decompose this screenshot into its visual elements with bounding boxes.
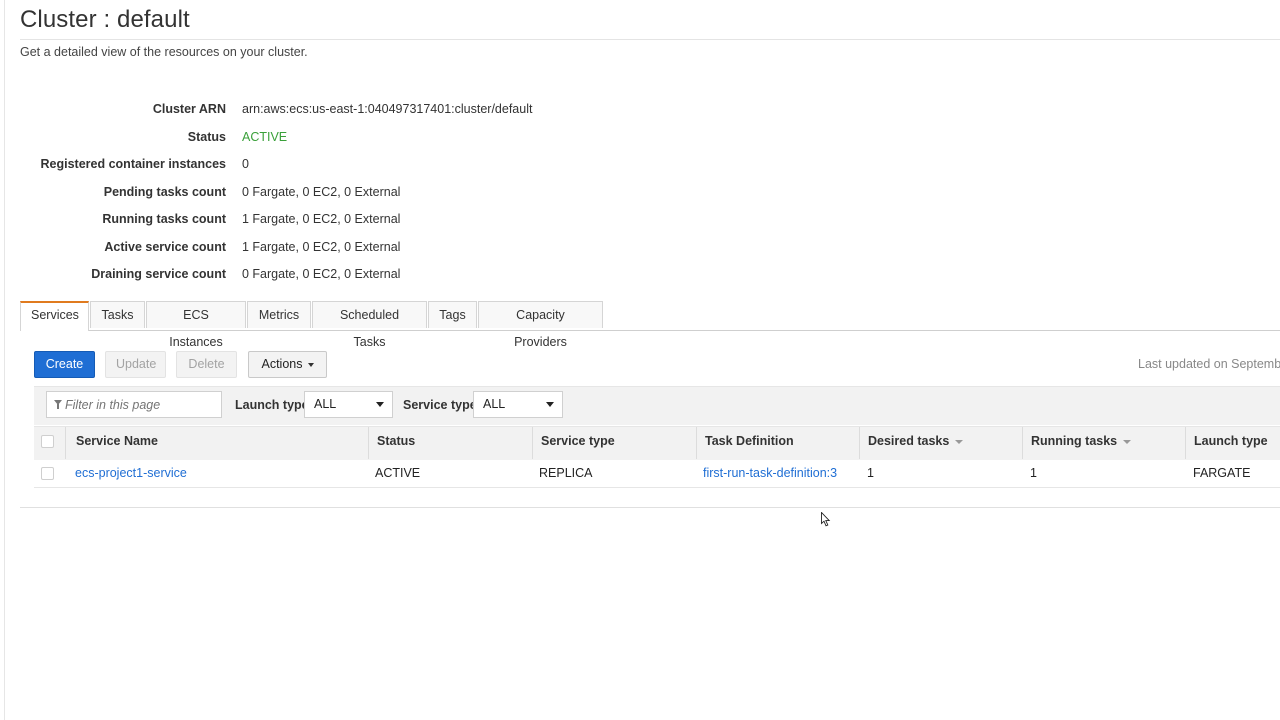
tab-tags[interactable]: Tags bbox=[428, 301, 477, 328]
detail-label: Registered container instances bbox=[40, 157, 226, 171]
table-row bbox=[34, 460, 1280, 488]
chevron-down-icon bbox=[376, 402, 384, 407]
column-header-service-type[interactable]: Service type bbox=[541, 434, 615, 448]
service-name-link[interactable]: ecs-project1-service bbox=[75, 466, 187, 480]
column-divider bbox=[696, 427, 697, 459]
detail-status-value: ACTIVE bbox=[242, 130, 288, 144]
column-header-status[interactable]: Status bbox=[377, 434, 415, 448]
select-all-checkbox[interactable] bbox=[41, 435, 54, 448]
column-divider bbox=[65, 427, 66, 459]
detail-value: 1 Fargate, 0 EC2, 0 External bbox=[242, 212, 401, 226]
launch-type-label: Launch type bbox=[235, 398, 309, 412]
service-type-label: Service type bbox=[403, 398, 477, 412]
cluster-tabs: Services Tasks ECS Instances Metrics Sch… bbox=[20, 301, 1280, 349]
last-updated-text: Last updated on Septembe bbox=[1138, 357, 1280, 371]
chevron-down-icon bbox=[546, 402, 554, 407]
column-header-label: Desired tasks bbox=[868, 434, 950, 448]
panel-divider bbox=[20, 507, 1280, 508]
column-header-label: Running tasks bbox=[1031, 434, 1118, 448]
actions-dropdown-button[interactable]: Actions bbox=[248, 351, 327, 378]
filter-icon bbox=[54, 400, 62, 409]
create-button[interactable]: Create bbox=[34, 351, 95, 378]
page-description: Get a detailed view of the resources on … bbox=[20, 45, 308, 59]
delete-button[interactable]: Delete bbox=[176, 351, 237, 378]
detail-value: 1 Fargate, 0 EC2, 0 External bbox=[242, 240, 401, 254]
page-title: Cluster : default bbox=[20, 6, 190, 33]
running-tasks-value: 1 bbox=[1030, 466, 1037, 480]
service-type-value: REPLICA bbox=[539, 466, 593, 480]
column-divider bbox=[532, 427, 533, 459]
detail-label: Running tasks count bbox=[102, 212, 226, 226]
task-definition-link[interactable]: first-run-task-definition:3 bbox=[703, 466, 837, 480]
detail-value: arn:aws:ecs:us-east-1:040497317401:clust… bbox=[242, 102, 533, 116]
detail-label: Draining service count bbox=[91, 267, 226, 281]
column-header-running-tasks[interactable]: Running tasks bbox=[1031, 434, 1132, 448]
launch-type-value: FARGATE bbox=[1193, 466, 1251, 480]
detail-value: 0 bbox=[242, 157, 249, 171]
detail-label: Cluster ARN bbox=[152, 102, 226, 116]
chevron-down-icon bbox=[307, 362, 314, 367]
update-button[interactable]: Update bbox=[105, 351, 166, 378]
tab-metrics[interactable]: Metrics bbox=[247, 301, 311, 328]
tab-scheduled-tasks[interactable]: Scheduled Tasks bbox=[312, 301, 427, 349]
detail-label: Pending tasks count bbox=[103, 185, 226, 199]
title-divider bbox=[20, 39, 1280, 40]
sort-desc-icon bbox=[955, 439, 964, 444]
column-header-task-definition[interactable]: Task Definition bbox=[705, 434, 794, 448]
column-divider bbox=[859, 427, 860, 459]
tab-ecs-instances[interactable]: ECS Instances bbox=[146, 301, 246, 349]
detail-value: 0 Fargate, 0 EC2, 0 External bbox=[242, 267, 401, 281]
filter-input[interactable] bbox=[46, 391, 222, 418]
service-type-value: ALL bbox=[483, 397, 506, 411]
row-checkbox[interactable] bbox=[41, 467, 54, 480]
detail-value: 0 Fargate, 0 EC2, 0 External bbox=[242, 185, 401, 199]
column-header-desired-tasks[interactable]: Desired tasks bbox=[868, 434, 964, 448]
launch-type-select[interactable]: ALL bbox=[304, 391, 393, 418]
service-status: ACTIVE bbox=[375, 466, 421, 480]
column-divider bbox=[1185, 427, 1186, 459]
desired-tasks-value: 1 bbox=[867, 466, 874, 480]
column-header-service-name[interactable]: Service Name bbox=[76, 434, 158, 448]
tab-tasks[interactable]: Tasks bbox=[90, 301, 145, 328]
actions-label: Actions bbox=[261, 357, 303, 371]
column-divider bbox=[1022, 427, 1023, 459]
detail-label: Status bbox=[187, 130, 226, 144]
launch-type-value: ALL bbox=[314, 397, 337, 411]
tab-services[interactable]: Services bbox=[20, 301, 89, 331]
detail-label: Active service count bbox=[104, 240, 226, 254]
sort-desc-icon bbox=[1123, 439, 1132, 444]
column-header-launch-type[interactable]: Launch type bbox=[1194, 434, 1268, 448]
tab-capacity-providers[interactable]: Capacity Providers bbox=[478, 301, 603, 349]
service-type-select[interactable]: ALL bbox=[473, 391, 563, 418]
column-divider bbox=[368, 427, 369, 459]
